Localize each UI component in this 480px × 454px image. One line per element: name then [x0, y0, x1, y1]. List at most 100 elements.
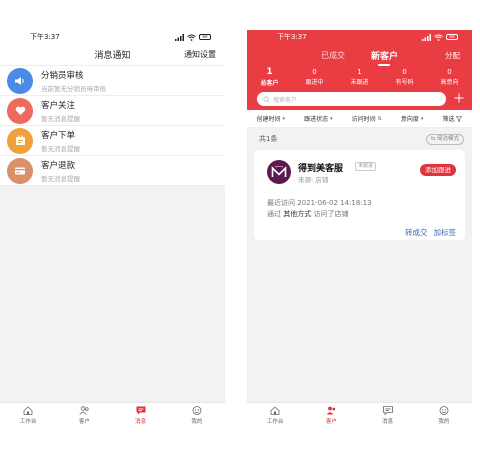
message-title: 客户下单	[41, 130, 76, 141]
stat-label: 未跟进	[350, 79, 369, 86]
message-item-customer-order[interactable]: 客户下单 暂无消息提醒	[0, 126, 225, 156]
visit-channel: 通过 其他方式 访问了店铺	[267, 209, 348, 219]
stat-high-intent[interactable]: 0 高意向	[427, 68, 472, 86]
message-subtitle: 暂无消息提醒	[41, 114, 80, 123]
card-actions: 转成交 加标签	[405, 227, 456, 238]
filter-intent[interactable]: 意向度 ▾	[400, 114, 424, 124]
chevron-down-icon: ▾	[282, 115, 286, 122]
stat-value: 1	[357, 68, 362, 76]
stat-label: 高意向	[440, 79, 459, 86]
tab-workbench[interactable]: 工作台	[0, 403, 56, 427]
tab-messages[interactable]: 消息	[113, 403, 169, 427]
filter-label: 访问时间	[351, 116, 376, 123]
customer-name: 得到美客服	[298, 164, 344, 174]
convert-deal-button[interactable]: 转成交	[405, 227, 428, 238]
message-item-customer-refund[interactable]: 客户退款 暂无消息提醒	[0, 156, 225, 186]
sort-icon: ⇅	[377, 115, 382, 122]
tab-new-customers[interactable]: 新客户	[371, 49, 398, 66]
speaker-icon	[7, 67, 33, 94]
profile-icon	[439, 405, 449, 415]
search-icon	[263, 95, 270, 103]
stat-value: 0	[402, 68, 407, 76]
tab-label: 我的	[191, 418, 203, 425]
customers-icon	[326, 406, 336, 414]
stat-label: 跟进中	[305, 79, 324, 86]
simple-mode-label: 简洁模式	[436, 135, 459, 142]
home-icon	[270, 405, 280, 415]
stat-value: 0	[312, 68, 317, 76]
page-title: 消息通知	[94, 51, 131, 61]
tab-label: 客户	[325, 418, 337, 425]
filter-bar: 创建时间 ▾ 跟进状态 ▾ 访问时间 ⇅ 意向度 ▾ 筛选	[247, 110, 472, 128]
filter-label: 意向度	[400, 116, 419, 123]
signal-icon	[175, 33, 184, 41]
tab-label: 工作台	[19, 418, 37, 425]
visit-channel-prefix: 通过	[267, 210, 284, 218]
bottom-tabbar: 工作台 客户 消息 我的	[0, 402, 225, 427]
customers-icon	[79, 405, 89, 415]
filter-created-time[interactable]: 创建时间 ▾	[257, 114, 286, 124]
last-visit: 最近访问 2021-06-02 14:18:13	[267, 199, 372, 207]
message-subtitle: 当前暂无分销员待审核	[41, 84, 106, 93]
message-subtitle: 暂无消息提醒	[41, 174, 80, 183]
add-customer-button[interactable]	[450, 92, 464, 106]
tab-closed-deals[interactable]: 已成交	[321, 50, 345, 61]
distribute-button[interactable]: 分配	[445, 50, 460, 61]
tab-mine[interactable]: 我的	[416, 403, 472, 427]
avatar	[267, 160, 291, 184]
status-badge: 未跟进	[355, 162, 377, 171]
filter-visit-time[interactable]: 访问时间 ⇅	[351, 114, 382, 124]
tab-workbench[interactable]: 工作台	[247, 403, 303, 427]
tab-messages[interactable]: 消息	[360, 403, 416, 427]
battery-icon: 69	[446, 34, 458, 40]
add-follow-button[interactable]: 添加跟进	[420, 164, 456, 176]
stat-label: 总客户	[260, 80, 279, 87]
message-screen: 下午3:37 69 消息通知 通知设置 分销员审核 当前暂无分销员待审核 客户关…	[0, 30, 225, 427]
chevron-down-icon: ▾	[330, 115, 333, 122]
message-icon	[136, 406, 146, 414]
message-item-distributor-review[interactable]: 分销员审核 当前暂无分销员待审核	[0, 66, 225, 96]
tab-mine[interactable]: 我的	[169, 403, 225, 427]
message-list: 分销员审核 当前暂无分销员待审核 客户关注 暂无消息提醒 客户下单 暂无消息提醒	[0, 66, 225, 186]
bottom-tabbar: 工作台 客户 消息 我的	[247, 402, 472, 427]
message-title: 客户退款	[41, 160, 76, 171]
message-title: 分销员审核	[41, 70, 84, 81]
simple-mode-toggle[interactable]: ⇆ 简洁模式	[425, 133, 464, 145]
filter-icon	[456, 115, 463, 122]
search-input[interactable]: 搜索客户	[257, 92, 446, 106]
filter-follow-status[interactable]: 跟进状态 ▾	[304, 114, 333, 124]
visit-channel-method: 其他方式	[283, 210, 312, 218]
notification-settings-button[interactable]: 通知设置	[184, 49, 216, 60]
customer-header: 下午3:37 69 已成交 新客户 分配 1 总客户 0 跟进中 1 未跟进 0…	[247, 30, 472, 110]
stat-not-followed[interactable]: 1 未跟进	[337, 68, 382, 86]
profile-icon	[192, 405, 202, 415]
filter-more[interactable]: 筛选	[442, 114, 463, 123]
tab-customer[interactable]: 客户	[303, 403, 359, 427]
plus-icon	[454, 93, 464, 103]
message-title: 客户关注	[41, 100, 76, 111]
visit-channel-suffix: 访问了店铺	[311, 210, 349, 218]
tab-customer[interactable]: 客户	[56, 403, 112, 427]
status-time: 下午3:37	[277, 33, 307, 41]
customer-card[interactable]: 得到美客服 未跟进 来源: 店铺 添加跟进 最近访问 2021-06-02 14…	[254, 150, 465, 240]
status-icons: 69	[175, 33, 211, 41]
stat-label: 有号码	[395, 79, 414, 86]
home-icon	[23, 405, 33, 415]
result-count-row: 共1条 ⇆ 简洁模式	[247, 128, 472, 150]
status-bar: 下午3:37 69	[247, 30, 472, 44]
stat-total-customers[interactable]: 1 总客户	[247, 67, 292, 87]
message-item-customer-follow[interactable]: 客户关注 暂无消息提醒	[0, 96, 225, 126]
filter-label: 筛选	[442, 116, 455, 123]
customer-source: 来源: 店铺	[298, 176, 329, 184]
message-subtitle: 暂无消息提醒	[41, 144, 80, 153]
status-time: 下午3:37	[30, 33, 60, 41]
brand-logo-icon	[271, 166, 287, 177]
status-icons: 69	[422, 33, 458, 41]
signal-icon	[422, 33, 431, 41]
stat-has-phone[interactable]: 0 有号码	[382, 68, 427, 86]
tab-label: 消息	[135, 418, 147, 425]
add-tag-button[interactable]: 加标签	[434, 227, 457, 238]
wifi-icon	[187, 34, 196, 41]
stat-following[interactable]: 0 跟进中	[292, 68, 337, 86]
message-icon	[382, 405, 393, 415]
